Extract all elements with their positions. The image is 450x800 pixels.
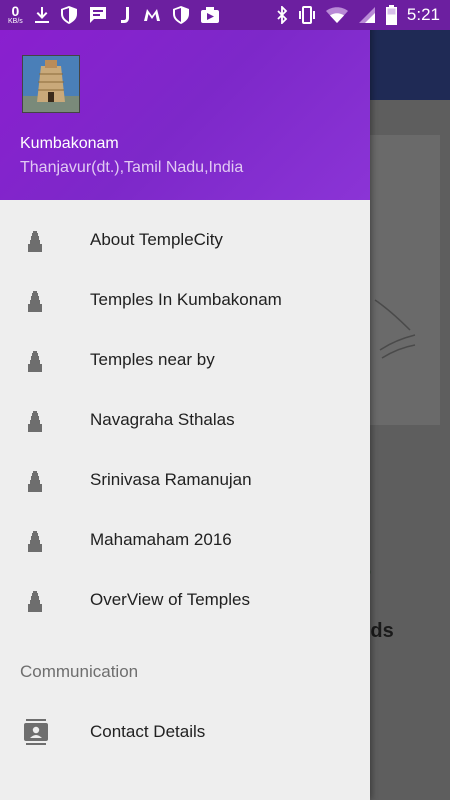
message-icon xyxy=(89,0,107,30)
network-speed-value: 0 xyxy=(11,3,20,19)
menu-item-label: About TempleCity xyxy=(90,230,223,249)
menu-item-overview-of-temples[interactable]: OverView of Temples xyxy=(0,570,370,630)
battery-icon xyxy=(385,0,397,30)
menu-item-srinivasa-ramanujan[interactable]: Srinivasa Ramanujan xyxy=(0,450,370,510)
menu-item-label: Temples near by xyxy=(90,350,215,369)
menu-item-mahamaham-2016[interactable]: Mahamaham 2016 xyxy=(0,510,370,570)
menu-item-label: Srinivasa Ramanujan xyxy=(90,470,252,489)
wifi-icon xyxy=(325,0,348,30)
vibrate-icon xyxy=(298,0,316,30)
temple-icon xyxy=(28,291,42,312)
temple-icon xyxy=(28,411,42,432)
menu-item-label: OverView of Temples xyxy=(90,590,250,609)
temple-icon xyxy=(28,231,42,252)
menu-item-about-templecity[interactable]: About TempleCity xyxy=(0,210,370,270)
shield-icon xyxy=(60,0,77,30)
temple-image xyxy=(22,55,80,113)
status-bar: 0 KB/s 5:21 xyxy=(0,0,450,30)
section-header-communication: Communication xyxy=(20,662,139,681)
drawer-menu: About TempleCity Temples In Kumbakonam T… xyxy=(0,210,370,630)
menu-item-label: Contact Details xyxy=(90,722,206,741)
menu-item-label: Mahamaham 2016 xyxy=(90,530,232,549)
background-sketch xyxy=(374,299,416,359)
temple-icon xyxy=(28,351,42,372)
temple-icon xyxy=(28,531,42,552)
m-app-icon xyxy=(143,0,161,30)
header-title: Kumbakonam xyxy=(20,135,119,152)
header-subtitle: Thanjavur(dt.),Tamil Nadu,India xyxy=(20,159,244,176)
menu-item-temples-near-by[interactable]: Temples near by xyxy=(0,330,370,390)
j-app-icon xyxy=(119,0,131,30)
clock: 5:21 xyxy=(406,5,440,24)
bluetooth-icon xyxy=(276,0,288,30)
signal-icon xyxy=(358,0,376,30)
menu-item-navagraha-sthalas[interactable]: Navagraha Sthalas xyxy=(0,390,370,450)
drawer-header: Kumbakonam Thanjavur(dt.),Tamil Nadu,Ind… xyxy=(0,30,370,200)
download-icon xyxy=(34,0,49,30)
menu-item-contact-details[interactable]: Contact Details xyxy=(0,702,370,762)
navigation-drawer: Kumbakonam Thanjavur(dt.),Tamil Nadu,Ind… xyxy=(0,0,370,800)
menu-item-label: Temples In Kumbakonam xyxy=(90,290,282,309)
network-speed: 0 KB/s xyxy=(8,4,23,26)
temple-icon xyxy=(28,591,42,612)
background-card xyxy=(360,135,440,425)
network-speed-unit: KB/s xyxy=(8,18,23,25)
shield-icon xyxy=(172,0,189,30)
contact-card-icon xyxy=(24,719,48,745)
menu-item-label: Navagraha Sthalas xyxy=(90,410,235,429)
camera-icon xyxy=(200,0,219,30)
temple-icon xyxy=(28,471,42,492)
menu-item-temples-in-kumbakonam[interactable]: Temples In Kumbakonam xyxy=(0,270,370,330)
